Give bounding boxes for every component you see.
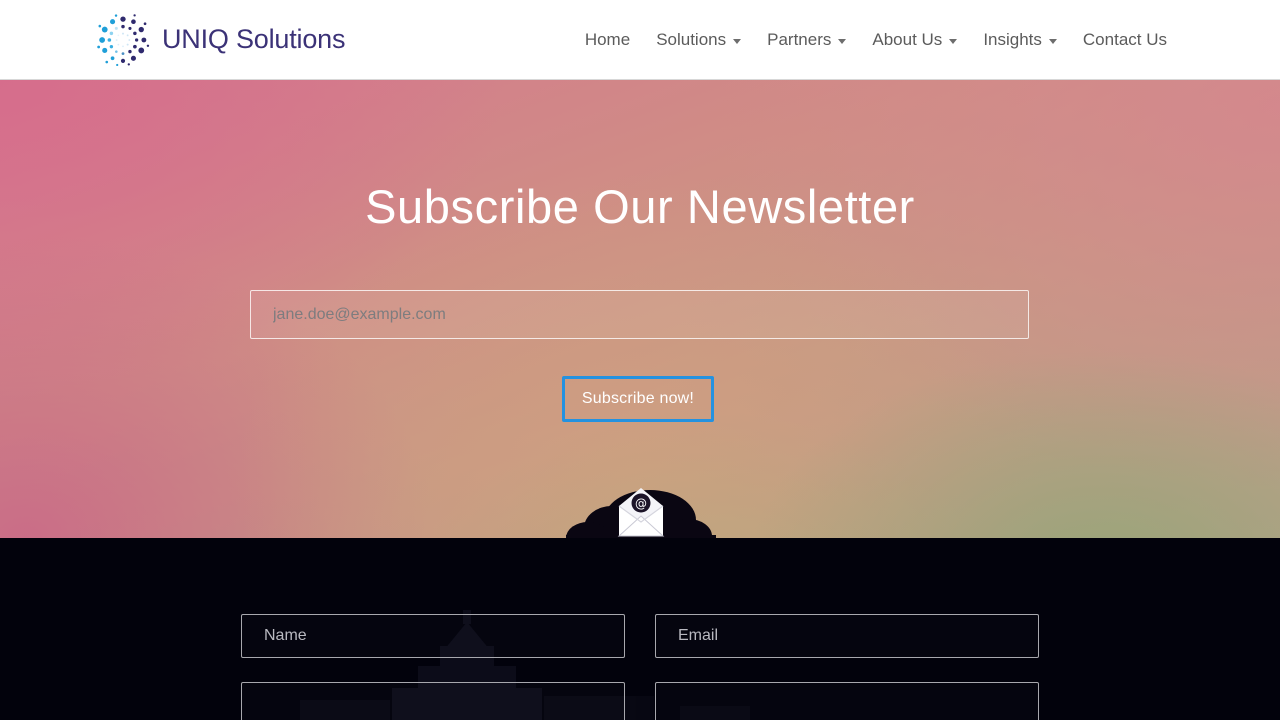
site-header: UNIQ Solutions Home Solutions Partners A… bbox=[0, 0, 1280, 80]
page-title: Subscribe Our Newsletter bbox=[365, 180, 915, 233]
nav-item-contact-us[interactable]: Contact Us bbox=[1070, 30, 1180, 50]
subscribe-now-button[interactable]: Subscribe now! bbox=[562, 376, 714, 422]
brand-name: UNIQ Solutions bbox=[162, 24, 346, 54]
chevron-down-icon bbox=[838, 39, 847, 44]
newsletter-hero: Subscribe Our Newsletter Subscribe now! bbox=[0, 80, 1280, 538]
chevron-down-icon bbox=[1048, 39, 1057, 44]
nav-item-label: About Us bbox=[872, 29, 943, 49]
nav-item-partners[interactable]: Partners bbox=[754, 30, 859, 50]
cloud-envelope-icon: @ bbox=[566, 488, 716, 538]
nav-item-solutions[interactable]: Solutions bbox=[643, 30, 754, 50]
uniq-logo-icon bbox=[97, 13, 150, 66]
newsletter-page: UNIQ Solutions Home Solutions Partners A… bbox=[0, 0, 1280, 720]
contact-field-four-input[interactable] bbox=[655, 682, 1039, 720]
chevron-down-icon bbox=[733, 39, 742, 44]
nav-item-label: Insights bbox=[983, 29, 1042, 49]
nav-item-label: Home bbox=[584, 29, 631, 49]
nav-item-label: Solutions bbox=[656, 29, 727, 49]
contact-name-input[interactable] bbox=[241, 614, 625, 658]
contact-field-three-input[interactable] bbox=[241, 682, 625, 720]
contact-form bbox=[241, 614, 1039, 720]
svg-text:@: @ bbox=[635, 497, 647, 511]
nav-item-home[interactable]: Home bbox=[572, 30, 643, 50]
nav-item-label: Partners bbox=[767, 29, 832, 49]
chevron-down-icon bbox=[949, 39, 958, 44]
nav-item-insights[interactable]: Insights bbox=[970, 30, 1070, 50]
newsletter-email-input[interactable] bbox=[250, 290, 1029, 339]
nav-item-about-us[interactable]: About Us bbox=[859, 30, 970, 50]
nav-item-label: Contact Us bbox=[1082, 29, 1167, 49]
envelope-shape: @ bbox=[617, 488, 665, 537]
brand-logo-link[interactable]: UNIQ Solutions bbox=[94, 11, 345, 69]
contact-email-input[interactable] bbox=[655, 614, 1039, 658]
main-navigation: Home Solutions Partners About Us Insight… bbox=[572, 30, 1180, 50]
contact-section bbox=[0, 538, 1280, 720]
